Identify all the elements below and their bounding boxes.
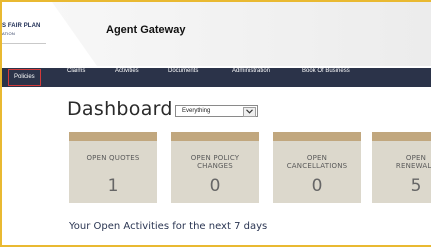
card-label-line2: CHANGES	[197, 162, 233, 170]
page-title: Dashboard	[67, 98, 173, 120]
logo-text-line1: S FAIR PLAN	[2, 23, 41, 29]
chevron-down-icon	[246, 109, 253, 114]
card-count: 0	[311, 176, 323, 196]
card-open-quotes[interactable]: OPEN QUOTES 1	[69, 132, 157, 203]
card-header-bar	[171, 132, 259, 141]
card-label-line2: CANCELLATIONS	[286, 162, 348, 170]
filter-selected-value: Everything	[182, 108, 211, 114]
card-label-line2: RENEWALS	[395, 162, 431, 170]
logo-text-line2: ATION	[2, 31, 15, 36]
card-count: 5	[410, 176, 422, 196]
nav-item-activities[interactable]: Activities	[115, 68, 139, 87]
card-open-renewals[interactable]: OPEN RENEWALS 5	[372, 132, 431, 203]
activities-heading: Your Open Activities for the next 7 days	[69, 221, 268, 232]
card-label-line1: OPEN POLICY	[190, 154, 240, 162]
card-header-bar	[273, 132, 361, 141]
main-navbar: Policies Claims Activities Documents Adm…	[2, 68, 431, 87]
nav-item-book-of-business[interactable]: Book Of Business	[302, 68, 350, 87]
nav-item-claims[interactable]: Claims	[67, 68, 85, 87]
card-count: 0	[209, 176, 221, 196]
card-label: OPEN QUOTES	[69, 154, 157, 162]
card-label-line1: OPEN	[306, 154, 328, 162]
card-open-cancellations[interactable]: OPEN CANCELLATIONS 0	[273, 132, 361, 203]
logo[interactable]: S FAIR PLAN ATION	[2, 23, 46, 44]
app-title: Agent Gateway	[106, 24, 186, 36]
filter-dropdown[interactable]: Everything	[175, 105, 258, 117]
nav-item-documents[interactable]: Documents	[168, 68, 198, 87]
card-header-bar	[69, 132, 157, 141]
header: S FAIR PLAN ATION Agent Gateway	[2, 2, 431, 66]
dropdown-button[interactable]	[243, 107, 256, 117]
card-label: OPEN POLICY CHANGES	[171, 154, 259, 170]
card-label-line1: OPEN QUOTES	[86, 154, 140, 162]
card-count: 1	[107, 176, 119, 196]
card-open-policy-changes[interactable]: OPEN POLICY CHANGES 0	[171, 132, 259, 203]
nav-item-administration[interactable]: Administration	[232, 68, 270, 87]
card-label-line1: OPEN	[405, 154, 427, 162]
card-label: OPEN CANCELLATIONS	[273, 154, 361, 170]
app-window: S FAIR PLAN ATION Agent Gateway Policies…	[2, 2, 431, 245]
card-header-bar	[372, 132, 431, 141]
nav-item-policies[interactable]: Policies	[8, 69, 41, 86]
card-label: OPEN RENEWALS	[372, 154, 431, 170]
